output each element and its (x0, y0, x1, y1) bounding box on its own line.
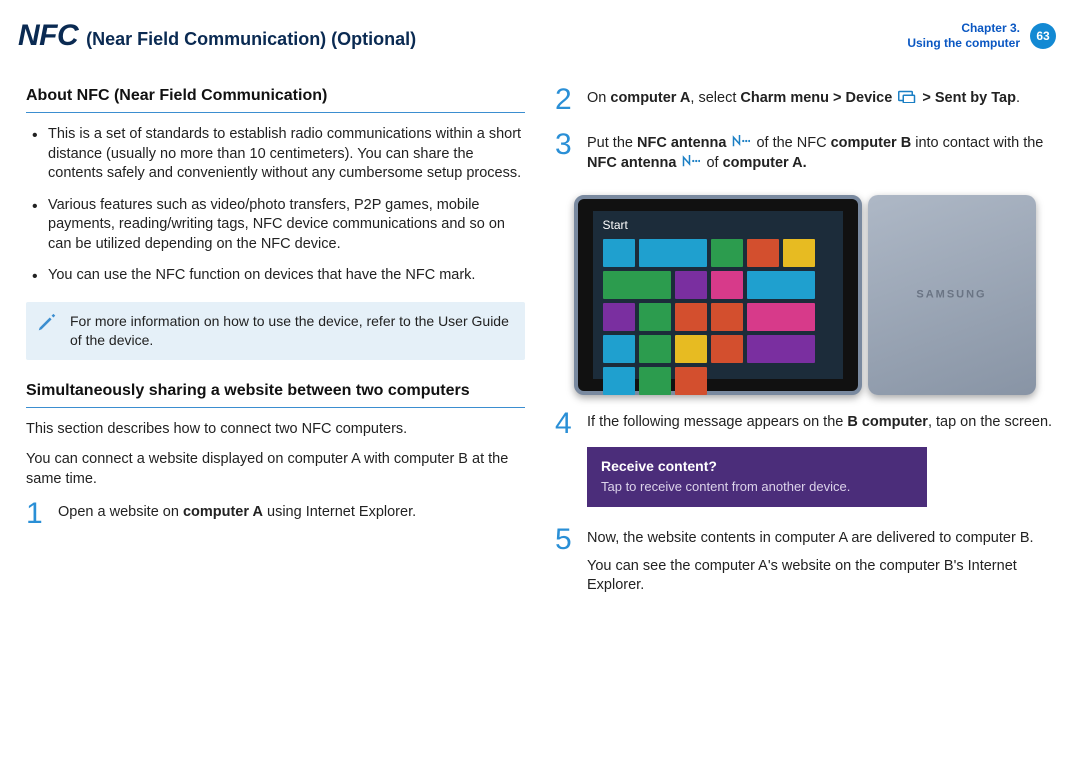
title-subtitle: (Near Field Communication) (Optional) (86, 27, 416, 51)
page-header: NFC (Near Field Communication) (Optional… (0, 0, 1080, 65)
step-3-t7: of (702, 155, 722, 171)
tablet-back-view (868, 195, 1036, 395)
device-icon (898, 90, 916, 104)
start-tile (747, 303, 815, 331)
step-5-p2: You can see the computer A's website on … (587, 557, 1054, 596)
step-1-text-pre: Open a website on (58, 504, 183, 520)
page-number-badge: 63 (1030, 23, 1056, 49)
start-tile (639, 367, 671, 395)
info-note-box: For more information on how to use the d… (26, 302, 525, 360)
step-3-t1: Put the (587, 135, 637, 151)
start-tile (711, 239, 743, 267)
step-3-number: 3 (555, 130, 577, 160)
sharing-heading: Simultaneously sharing a website between… (26, 380, 525, 409)
step-1-text-post: using Internet Explorer. (263, 504, 416, 520)
title-main: NFC (18, 16, 78, 57)
step-4-t2: B computer (847, 414, 928, 430)
about-bullet-3: You can use the NFC function on devices … (26, 266, 525, 286)
page-title: NFC (Near Field Communication) (Optional… (18, 16, 416, 57)
tablet-illustration: Start (555, 195, 1054, 395)
step-1-body: Open a website on computer A using Inter… (58, 499, 525, 531)
step-4-t1: If the following message appears on the (587, 414, 847, 430)
start-tile (783, 239, 815, 267)
start-tile (639, 303, 671, 331)
step-3-t8: computer A. (723, 155, 807, 171)
step-2-number: 2 (555, 85, 577, 115)
step-3-body: Put the NFC antenna of the NFC computer … (587, 130, 1054, 181)
start-tile (603, 303, 635, 331)
step-5-number: 5 (555, 525, 577, 555)
right-column: 2 On computer A, select Charm menu > Dev… (555, 75, 1054, 618)
step-1-text-bold: computer A (183, 504, 263, 520)
note-text: For more information on how to use the d… (70, 313, 509, 348)
chapter-text: Chapter 3. Using the computer (907, 21, 1020, 52)
start-tile (603, 239, 635, 267)
step-3: 3 Put the NFC antenna of the NFC compute… (555, 130, 1054, 181)
chapter-line-1: Chapter 3. (907, 21, 1020, 37)
receive-dialog-body: Tap to receive content from another devi… (601, 478, 867, 496)
start-tile (675, 271, 707, 299)
start-tile (675, 335, 707, 363)
start-tile (603, 367, 635, 395)
tablet-start-screen: Start (593, 211, 843, 379)
tablet-front-view: Start (574, 195, 862, 395)
chapter-line-2: Using the computer (907, 36, 1020, 52)
nfc-icon (682, 155, 700, 169)
start-tile (711, 335, 743, 363)
start-screen-label: Start (593, 211, 843, 235)
start-tiles-grid (593, 235, 843, 399)
about-bullet-1: This is a set of standards to establish … (26, 125, 525, 184)
step-4: 4 If the following message appears on th… (555, 409, 1054, 511)
step-2-t5: > Sent by Tap (918, 90, 1016, 106)
step-2-t2: computer A (610, 90, 690, 106)
step-2-body: On computer A, select Charm menu > Devic… (587, 85, 1054, 117)
step-1-number: 1 (26, 499, 48, 529)
step-2-t4: Charm menu > Device (740, 90, 896, 106)
step-4-number: 4 (555, 409, 577, 439)
step-5: 5 Now, the website contents in computer … (555, 525, 1054, 604)
share-intro-1: This section describes how to connect tw… (26, 420, 525, 440)
note-icon (36, 312, 58, 334)
step-1: 1 Open a website on computer A using Int… (26, 499, 525, 531)
start-tile (747, 239, 779, 267)
start-tile (639, 239, 707, 267)
step-5-body: Now, the website contents in computer A … (587, 525, 1054, 604)
step-2: 2 On computer A, select Charm menu > Dev… (555, 85, 1054, 117)
start-tile (711, 271, 743, 299)
receive-content-dialog: Receive content? Tap to receive content … (587, 447, 927, 507)
start-tile (639, 335, 671, 363)
step-3-t3: of the NFC (752, 135, 830, 151)
chapter-block: Chapter 3. Using the computer 63 (907, 21, 1056, 52)
start-tile (603, 271, 671, 299)
step-2-t1: On (587, 90, 610, 106)
start-tile (603, 335, 635, 363)
step-2-t3: , select (690, 90, 740, 106)
step-3-t2: NFC antenna (637, 135, 730, 151)
step-4-body: If the following message appears on the … (587, 409, 1054, 511)
share-intro-2: You can connect a website displayed on c… (26, 450, 525, 489)
about-nfc-heading: About NFC (Near Field Communication) (26, 85, 525, 114)
nfc-icon (732, 135, 750, 149)
step-5-p1: Now, the website contents in computer A … (587, 529, 1054, 549)
start-tile (675, 303, 707, 331)
step-2-t6: . (1016, 90, 1020, 106)
start-tile (711, 303, 743, 331)
start-tile (747, 335, 815, 363)
step-3-t4: computer B (831, 135, 912, 151)
step-3-t6: NFC antenna (587, 155, 680, 171)
left-column: About NFC (Near Field Communication) Thi… (26, 75, 525, 618)
start-tile (747, 271, 815, 299)
about-bullet-2: Various features such as video/photo tra… (26, 196, 525, 255)
step-3-t5: into contact with the (911, 135, 1043, 151)
about-nfc-bullets: This is a set of standards to establish … (26, 125, 525, 286)
start-tile (675, 367, 707, 395)
receive-dialog-title: Receive content? (601, 457, 867, 476)
step-4-t3: , tap on the screen. (928, 414, 1052, 430)
